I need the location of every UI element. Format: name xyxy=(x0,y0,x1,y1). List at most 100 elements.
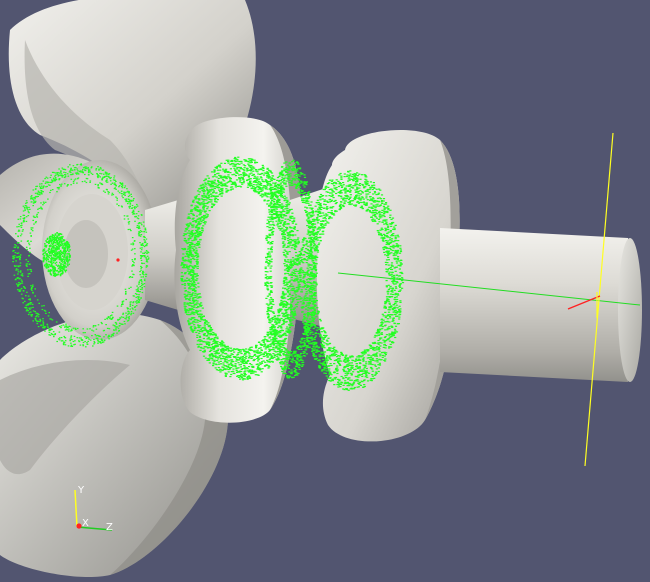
particle xyxy=(257,169,260,171)
particle xyxy=(238,359,241,361)
particle xyxy=(117,327,120,329)
particle xyxy=(222,366,225,369)
particle xyxy=(18,278,20,280)
particle xyxy=(271,234,274,236)
particle xyxy=(60,173,63,175)
particle xyxy=(132,264,134,266)
3d-render-viewport[interactable]: Y X Z xyxy=(0,0,650,582)
particle xyxy=(127,228,130,231)
particle xyxy=(54,274,56,276)
particle xyxy=(301,199,305,202)
particle xyxy=(206,175,209,177)
particle xyxy=(202,196,206,198)
particle xyxy=(198,332,201,334)
particle xyxy=(22,229,24,231)
particle xyxy=(202,347,205,349)
particle xyxy=(239,349,242,351)
particle xyxy=(77,172,79,174)
particle xyxy=(185,309,188,311)
particle xyxy=(186,217,189,219)
particle xyxy=(306,215,309,217)
particle xyxy=(277,342,280,344)
particle xyxy=(140,222,142,224)
particle xyxy=(262,342,265,344)
particle xyxy=(282,320,285,322)
particle xyxy=(285,283,288,285)
particle xyxy=(288,280,291,282)
particle xyxy=(302,355,305,357)
particle xyxy=(98,175,100,177)
particle xyxy=(273,183,277,185)
particle xyxy=(195,247,198,249)
particle xyxy=(114,187,116,189)
particle xyxy=(283,195,286,197)
particle xyxy=(244,378,247,380)
particle xyxy=(67,345,70,347)
particle xyxy=(196,253,199,255)
particle xyxy=(97,185,99,187)
particle xyxy=(48,251,50,253)
particle xyxy=(191,330,194,333)
particle xyxy=(271,231,274,234)
particle xyxy=(204,182,207,184)
particle xyxy=(190,231,193,233)
particle xyxy=(213,187,217,189)
particle xyxy=(87,337,89,339)
particle xyxy=(240,359,243,361)
particle xyxy=(286,199,289,201)
hub-nose-cap xyxy=(64,220,108,288)
particle xyxy=(37,326,40,328)
particle xyxy=(143,283,146,285)
particle xyxy=(197,193,200,195)
particle xyxy=(286,200,289,202)
particle xyxy=(60,240,62,242)
particle xyxy=(269,188,273,190)
particle xyxy=(62,168,65,170)
particle xyxy=(297,179,300,181)
particle xyxy=(267,309,270,311)
particle xyxy=(223,176,226,179)
particle xyxy=(296,241,299,243)
particle xyxy=(47,181,50,184)
particle xyxy=(211,328,214,331)
particle xyxy=(125,318,127,320)
particle xyxy=(62,324,65,326)
particle xyxy=(19,289,22,291)
particle xyxy=(284,208,287,210)
particle xyxy=(219,363,223,365)
particle xyxy=(41,308,44,311)
particle xyxy=(111,311,114,313)
particle xyxy=(211,195,214,197)
particle xyxy=(73,179,76,181)
particle xyxy=(53,267,56,269)
particle xyxy=(264,179,267,181)
particle xyxy=(263,346,266,348)
particle xyxy=(101,323,103,325)
particle xyxy=(298,360,301,362)
particle xyxy=(226,348,229,350)
particle xyxy=(146,243,149,245)
particle xyxy=(46,267,48,269)
particle xyxy=(110,335,112,338)
particle xyxy=(28,212,30,214)
particle xyxy=(198,343,202,345)
particle xyxy=(285,202,288,204)
particle xyxy=(117,318,119,321)
scene-canvas[interactable]: Y X Z xyxy=(0,0,650,582)
particle xyxy=(180,279,184,281)
particle xyxy=(256,349,259,351)
particle xyxy=(239,174,242,176)
particle xyxy=(39,187,42,190)
particle xyxy=(281,367,284,369)
particle xyxy=(196,206,199,208)
particle xyxy=(296,162,299,164)
particle xyxy=(199,310,202,312)
particle xyxy=(289,355,292,357)
particle xyxy=(281,295,284,297)
particle xyxy=(36,314,38,316)
particle xyxy=(55,250,58,252)
particle xyxy=(190,274,193,276)
particle xyxy=(294,294,297,296)
particle xyxy=(234,366,237,368)
particle xyxy=(210,349,213,351)
